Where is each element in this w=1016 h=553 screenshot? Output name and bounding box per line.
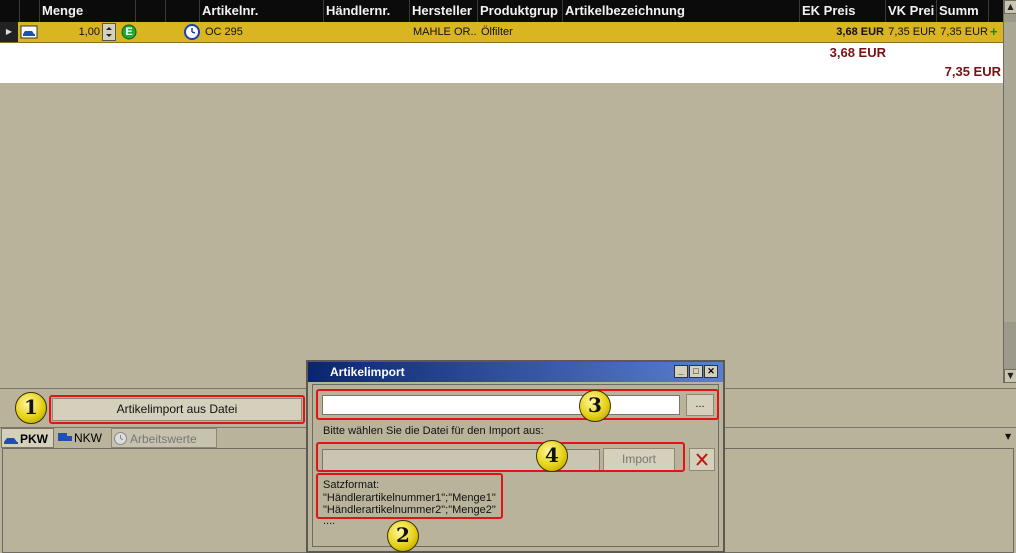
col-hersteller[interactable]: Hersteller [410, 0, 478, 22]
car-icon [20, 22, 38, 42]
tab-pkw-label: PKW [20, 432, 48, 446]
total-ek: 3,68 EUR [829, 45, 886, 60]
total-vk: 7,35 EUR [944, 64, 1001, 79]
callout-badge-3: 3 [579, 390, 611, 422]
instruction-text: Bitte wählen Sie die Datei für den Impor… [323, 425, 544, 437]
tab-arbeitswerte[interactable]: Arbeitswerte [111, 428, 217, 448]
col-blank-2[interactable] [166, 0, 200, 22]
dialog-title: Artikelimport [330, 365, 405, 379]
col-vk-preis[interactable]: VK Prei [886, 0, 937, 22]
callout-frame-3 [316, 389, 719, 420]
ek-preis-value: 3,68 EUR [836, 26, 884, 38]
scroll-track[interactable] [1004, 22, 1016, 322]
dropdown-arrow-icon[interactable]: ▼ [1005, 432, 1011, 441]
quantity-stepper[interactable] [102, 22, 116, 42]
callout-badge-4: 4 [536, 440, 568, 472]
totals-area: 3,68 EUR 7,35 EUR [0, 43, 1003, 83]
callout-badge-1: 1 [15, 392, 47, 424]
produktgruppe-value: Ölfilter [481, 26, 513, 38]
close-icon[interactable]: ✕ [704, 365, 718, 378]
col-ek-preis[interactable]: EK Preis [800, 0, 886, 22]
cancel-icon[interactable] [689, 448, 715, 471]
grid-header: Menge Artikelnr. Händlernr. Hersteller P… [0, 0, 1003, 23]
callout-frame-1 [49, 395, 305, 424]
dialog-title-bar[interactable]: Artikelimport _ □ ✕ [308, 362, 723, 382]
col-produktgruppe[interactable]: Produktgrup [478, 0, 563, 22]
add-icon[interactable]: + [990, 22, 1002, 42]
icon-header [20, 0, 40, 22]
col-add [989, 0, 1003, 22]
maximize-icon[interactable]: □ [689, 365, 703, 378]
menge-value[interactable]: 1,00 [40, 22, 100, 42]
e-badge: E [125, 26, 133, 38]
tab-nkw-label: NKW [74, 431, 102, 445]
hersteller-value: MAHLE OR... [413, 26, 477, 38]
table-row[interactable]: ▶ 1,00 E OC 295 MAHLE OR... Ölfilter 3,6… [0, 22, 1003, 43]
col-blank-1[interactable] [136, 0, 166, 22]
col-artikelnr[interactable]: Artikelnr. [200, 0, 324, 22]
summe-value: 7,35 EUR [940, 26, 988, 38]
artikelnr-value: OC 295 [205, 26, 243, 38]
col-menge[interactable]: Menge [40, 0, 136, 22]
tab-arbeitswerte-label: Arbeitswerte [130, 432, 197, 446]
scroll-up-icon[interactable]: ▲ [1004, 0, 1016, 14]
minimize-icon[interactable]: _ [674, 365, 688, 378]
callout-badge-2: 2 [387, 520, 419, 552]
tab-nkw[interactable]: NKW [56, 428, 109, 448]
col-haendlernr[interactable]: Händlernr. [324, 0, 410, 22]
row-pointer-icon: ▶ [0, 22, 18, 42]
col-artikelbezeichnung[interactable]: Artikelbezeichnung [563, 0, 800, 22]
col-summe[interactable]: Summ [937, 0, 989, 22]
callout-frame-4 [316, 442, 685, 472]
scroll-down-icon[interactable]: ▼ [1004, 369, 1016, 383]
callout-frame-2 [316, 473, 503, 519]
vertical-scrollbar[interactable]: ▲ ▼ [1003, 0, 1016, 383]
vk-preis-value: 7,35 EUR [888, 26, 936, 38]
row-indicator-header [0, 0, 20, 22]
clock-icon [183, 22, 201, 42]
tab-pkw[interactable]: PKW [1, 428, 54, 448]
